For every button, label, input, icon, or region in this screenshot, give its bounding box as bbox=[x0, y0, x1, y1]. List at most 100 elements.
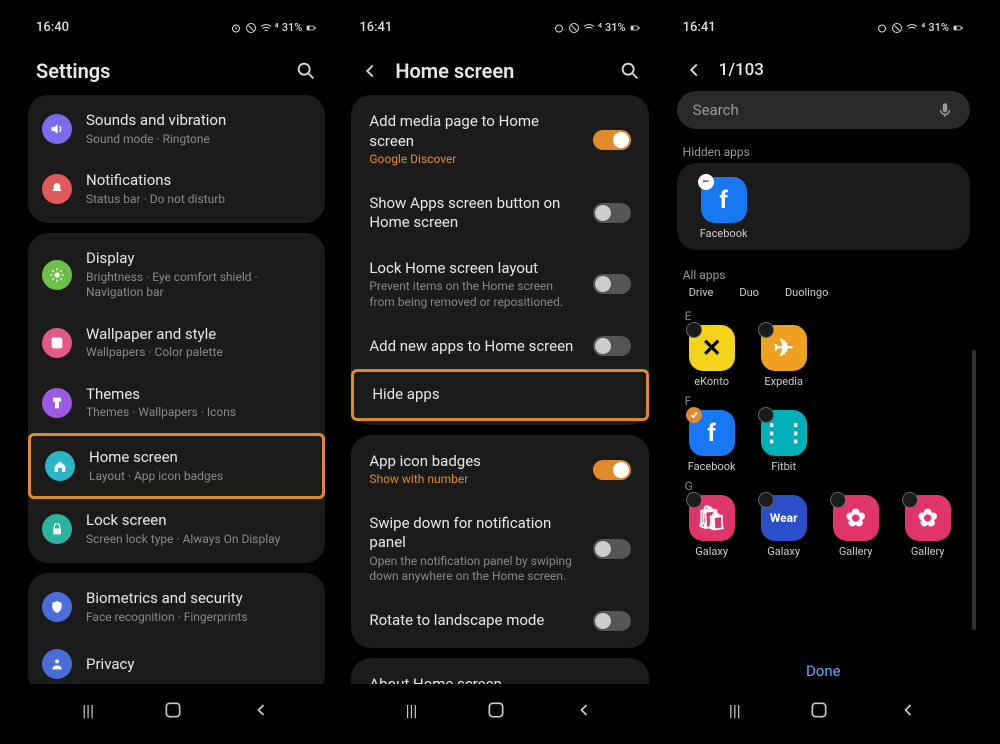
app-fitbit[interactable]: ⋮⋮Fitbit bbox=[753, 410, 815, 473]
search-icon[interactable] bbox=[619, 60, 641, 82]
row-title: Add media page to Home screen bbox=[369, 112, 580, 151]
back-button[interactable] bbox=[898, 700, 918, 720]
setting-row-rotate-to-landscape-mode[interactable]: Rotate to landscape mode bbox=[351, 598, 648, 644]
app-sections[interactable]: E✕eKonto✈ExpediaFfFacebook⋮⋮FitbitG🛍Gala… bbox=[665, 303, 982, 648]
setting-row-hide-apps[interactable]: Hide apps bbox=[351, 369, 648, 421]
remove-badge-icon[interactable]: − bbox=[698, 174, 714, 190]
app-icon: f bbox=[689, 410, 735, 456]
settings-row-wallpaper-and-style[interactable]: Wallpaper and styleWallpapers · Color pa… bbox=[28, 313, 325, 373]
wifi-icon bbox=[583, 22, 595, 34]
setting-row-add-media-page-to-home-screen[interactable]: Add media page to Home screenGoogle Disc… bbox=[351, 99, 648, 181]
app-label: eKonto bbox=[694, 375, 729, 388]
checkbox-empty-icon[interactable] bbox=[686, 322, 702, 338]
search-input[interactable]: Search bbox=[677, 91, 970, 129]
signal-icon: ⁴ bbox=[275, 21, 279, 34]
toggle[interactable] bbox=[593, 539, 631, 559]
row-text: Hide apps bbox=[372, 385, 627, 405]
app-label-drive[interactable]: Drive bbox=[689, 286, 714, 299]
checkbox-empty-icon[interactable] bbox=[758, 407, 774, 423]
app-label-duolingo[interactable]: Duolingo bbox=[785, 286, 828, 299]
mic-icon[interactable] bbox=[936, 101, 954, 119]
back-button[interactable] bbox=[251, 700, 271, 720]
app-label-duo[interactable]: Duo bbox=[739, 286, 759, 299]
toggle[interactable] bbox=[593, 130, 631, 150]
screen-hide-apps: 16:41 ⁴ 31% 1/103 Search Hidden apps f−F… bbox=[665, 10, 982, 734]
row-title: Lock Home screen layout bbox=[369, 259, 580, 279]
back-button[interactable] bbox=[574, 700, 594, 720]
selection-counter: 1/103 bbox=[719, 60, 964, 80]
toggle[interactable] bbox=[593, 336, 631, 356]
row-text: ThemesThemes · Wallpapers · Icons bbox=[86, 385, 311, 421]
settings-row-biometrics-and-security[interactable]: Biometrics and securityFace recognition … bbox=[28, 577, 325, 637]
settings-row-themes[interactable]: ThemesThemes · Wallpapers · Icons bbox=[28, 373, 325, 433]
status-icons: ⁴ 31% bbox=[553, 21, 641, 34]
status-bar: 16:41 ⁴ 31% bbox=[665, 10, 982, 39]
row-text: Home screenLayout · App icon badges bbox=[89, 448, 308, 484]
app-galaxy[interactable]: WearGalaxy bbox=[753, 495, 815, 558]
app-label: Fitbit bbox=[771, 460, 796, 473]
home-button[interactable] bbox=[486, 700, 506, 720]
scroll-indicator[interactable] bbox=[972, 350, 976, 630]
back-icon[interactable] bbox=[359, 60, 381, 82]
setting-row-about-home-screen[interactable]: About Home screen bbox=[351, 662, 648, 684]
settings-row-notifications[interactable]: NotificationsStatus bar · Do not disturb bbox=[28, 159, 325, 219]
recents-button[interactable]: ||| bbox=[406, 701, 418, 720]
app-galaxy[interactable]: 🛍Galaxy bbox=[681, 495, 743, 558]
setting-row-lock-home-screen-layout[interactable]: Lock Home screen layoutPrevent items on … bbox=[351, 246, 648, 324]
toggle[interactable] bbox=[593, 203, 631, 223]
row-title: Biometrics and security bbox=[86, 589, 311, 609]
setting-row-swipe-down-for-notification-panel[interactable]: Swipe down for notification panelOpen th… bbox=[351, 501, 648, 598]
checkbox-empty-icon[interactable] bbox=[686, 492, 702, 508]
row-title: Privacy bbox=[86, 655, 311, 675]
signal-icon: ⁴ bbox=[921, 21, 925, 34]
row-subtitle: Layout · App icon badges bbox=[89, 469, 308, 485]
app-icon: 🛍 bbox=[689, 495, 735, 541]
page-title: Settings bbox=[36, 59, 281, 83]
header: Home screen bbox=[341, 39, 658, 95]
checkbox-empty-icon[interactable] bbox=[830, 492, 846, 508]
done-button[interactable]: Done bbox=[665, 648, 982, 684]
setting-row-app-icon-badges[interactable]: App icon badgesShow with number bbox=[351, 439, 648, 501]
hidden-apps-card: f−Facebook bbox=[677, 163, 970, 250]
toggle[interactable] bbox=[593, 611, 631, 631]
settings-row-privacy[interactable]: Privacy bbox=[28, 637, 325, 684]
app-gallery[interactable]: ✿Gallery bbox=[825, 495, 887, 558]
search-icon[interactable] bbox=[295, 60, 317, 82]
back-icon[interactable] bbox=[683, 59, 705, 81]
home-button[interactable] bbox=[809, 700, 829, 720]
row-subtitle: Brightness · Eye comfort shield · Naviga… bbox=[86, 270, 311, 301]
app-ekonto[interactable]: ✕eKonto bbox=[681, 325, 743, 388]
row-text: Sounds and vibrationSound mode · Rington… bbox=[86, 111, 311, 147]
volume-icon bbox=[42, 114, 72, 144]
settings-list[interactable]: Sounds and vibrationSound mode · Rington… bbox=[18, 95, 335, 684]
row-title: Wallpaper and style bbox=[86, 325, 311, 345]
toggle[interactable] bbox=[593, 460, 631, 480]
settings-row-sounds-and-vibration[interactable]: Sounds and vibrationSound mode · Rington… bbox=[28, 99, 325, 159]
setting-row-add-new-apps-to-home-screen[interactable]: Add new apps to Home screen bbox=[351, 323, 648, 369]
app-facebook[interactable]: fFacebook bbox=[681, 410, 743, 473]
settings-row-lock-screen[interactable]: Lock screenScreen lock type · Always On … bbox=[28, 499, 325, 559]
signal-icon: ⁴ bbox=[598, 21, 602, 34]
app-gallery[interactable]: ✿Gallery bbox=[897, 495, 959, 558]
checkbox-empty-icon[interactable] bbox=[758, 322, 774, 338]
settings-row-home-screen[interactable]: Home screenLayout · App icon badges bbox=[28, 433, 325, 499]
header: Settings bbox=[18, 39, 335, 95]
alarm-icon bbox=[876, 22, 888, 34]
app-facebook[interactable]: f−Facebook bbox=[693, 177, 755, 240]
app-icon: ✿ bbox=[833, 495, 879, 541]
settings-row-display[interactable]: DisplayBrightness · Eye comfort shield ·… bbox=[28, 237, 325, 313]
recents-button[interactable]: ||| bbox=[729, 701, 741, 720]
home-settings-list[interactable]: Add media page to Home screenGoogle Disc… bbox=[341, 95, 658, 684]
recents-button[interactable]: ||| bbox=[82, 701, 94, 720]
app-label: Galaxy bbox=[767, 545, 800, 558]
home-button[interactable] bbox=[163, 700, 183, 720]
checkbox-empty-icon[interactable] bbox=[902, 492, 918, 508]
checkbox-empty-icon[interactable] bbox=[758, 492, 774, 508]
toggle[interactable] bbox=[593, 274, 631, 294]
status-time: 16:41 bbox=[359, 20, 392, 35]
row-title: Themes bbox=[86, 385, 311, 405]
setting-row-show-apps-screen-button-on-home-screen[interactable]: Show Apps screen button on Home screen bbox=[351, 181, 648, 246]
app-icon: ✿ bbox=[905, 495, 951, 541]
row-text: App icon badgesShow with number bbox=[369, 452, 580, 488]
app-expedia[interactable]: ✈Expedia bbox=[753, 325, 815, 388]
